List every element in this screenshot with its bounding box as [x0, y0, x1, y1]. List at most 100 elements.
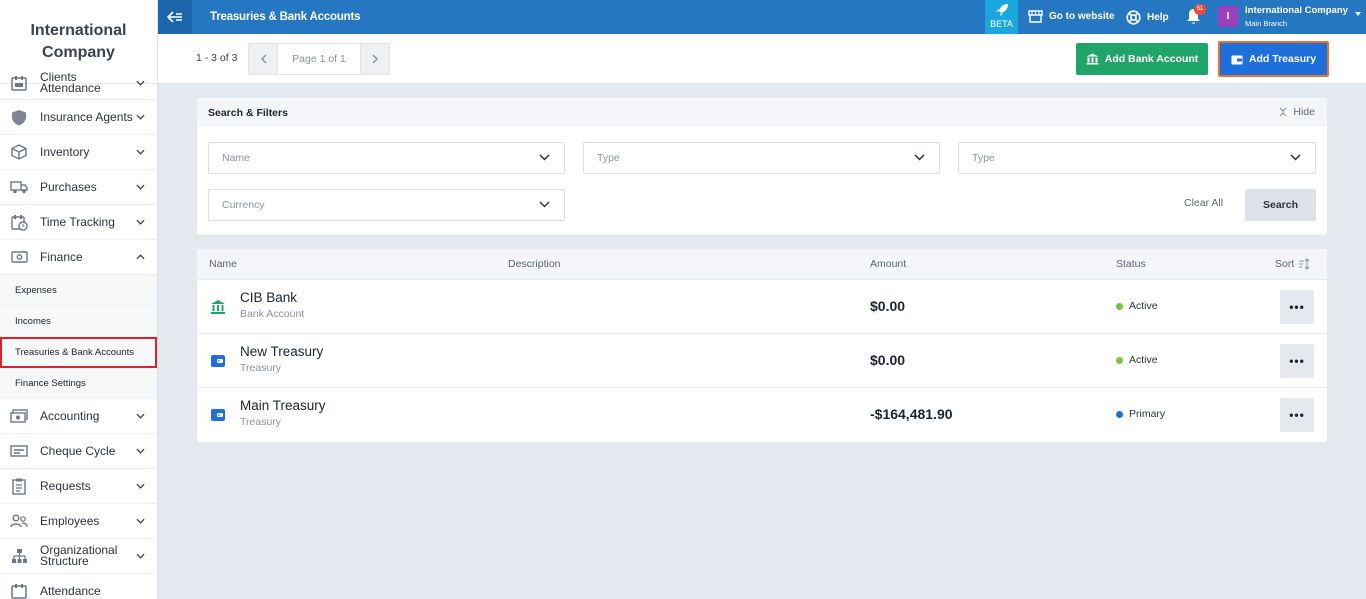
- row-name[interactable]: CIB Bank: [240, 290, 297, 305]
- finance-submenu: Expenses Incomes Treasuries & Bank Accou…: [0, 275, 157, 399]
- table-row[interactable]: CIB Bank Bank Account $0.00 Active •••: [197, 280, 1327, 334]
- column-amount[interactable]: Amount: [870, 258, 906, 270]
- add-treasury-button[interactable]: Add Treasury: [1218, 41, 1329, 77]
- clear-all-button[interactable]: Clear All: [1184, 197, 1223, 209]
- table-row[interactable]: Main Treasury Treasury -$164,481.90 Prim…: [197, 388, 1327, 442]
- page-indicator[interactable]: Page 1 of 1: [277, 44, 361, 74]
- sidebar-subitem-finance-settings[interactable]: Finance Settings: [0, 368, 157, 399]
- sidebar-item-insurance-agents[interactable]: Insurance Agents: [0, 100, 157, 135]
- org-chart-icon: [10, 547, 28, 565]
- collapse-icon: [1279, 107, 1287, 117]
- filters-header: Search & Filters Hide: [197, 98, 1327, 127]
- row-amount: -$164,481.90: [870, 406, 953, 422]
- add-treasury-label: Add Treasury: [1248, 53, 1317, 65]
- go-to-website-link[interactable]: Go to website: [1028, 10, 1115, 23]
- brand-line1: International: [30, 21, 127, 39]
- table-row[interactable]: New Treasury Treasury $0.00 Active •••: [197, 334, 1327, 388]
- sidebar-item-accounting[interactable]: Accounting: [0, 399, 157, 434]
- chevron-down-icon: [539, 154, 550, 161]
- chevron-left-icon: [260, 54, 267, 64]
- chevron-down-icon: [136, 413, 145, 419]
- truck-icon: [10, 178, 28, 196]
- avatar[interactable]: I: [1218, 6, 1238, 27]
- sidebar-item-organizational-structure[interactable]: Organizational Structure: [0, 539, 157, 574]
- rocket-icon: [995, 4, 1008, 16]
- add-bank-account-button[interactable]: Add Bank Account: [1076, 43, 1208, 75]
- row-actions-button[interactable]: •••: [1280, 290, 1314, 324]
- sidebar-subitem-expenses[interactable]: Expenses: [0, 275, 157, 306]
- row-name[interactable]: Main Treasury: [240, 398, 326, 413]
- sidebar-item-employees[interactable]: Employees: [0, 504, 157, 539]
- column-name[interactable]: Name: [209, 258, 237, 270]
- prev-page-button[interactable]: [249, 44, 277, 74]
- row-actions-button[interactable]: •••: [1280, 398, 1314, 432]
- column-description[interactable]: Description: [508, 258, 561, 270]
- currency-filter-select[interactable]: Currency: [208, 189, 565, 221]
- bank-icon: [211, 300, 225, 314]
- notifications-badge: 61: [1194, 4, 1206, 15]
- wallet-icon: [211, 355, 225, 367]
- column-status[interactable]: Status: [1116, 258, 1146, 270]
- store-icon: [1028, 10, 1043, 23]
- wallet-icon: [1231, 55, 1243, 64]
- sidebar: International Company Clients Attendance I…: [0, 0, 158, 599]
- help-link[interactable]: Help: [1126, 10, 1169, 25]
- type-filter-select-2[interactable]: Type: [958, 142, 1316, 174]
- sidebar-item-clients-attendance[interactable]: Clients Attendance: [0, 67, 157, 100]
- arrow-left-icon: [167, 11, 182, 23]
- go-to-website-label: Go to website: [1049, 11, 1115, 22]
- wallet-icon: [211, 409, 225, 421]
- type-filter-select[interactable]: Type: [583, 142, 940, 174]
- status-badge: Active: [1116, 300, 1158, 312]
- user-name[interactable]: International Company: [1245, 5, 1348, 16]
- sidebar-item-label: Attendance: [40, 583, 101, 598]
- hide-label: Hide: [1293, 106, 1315, 118]
- top-bar: Treasuries & Bank Accounts BETA Go to we…: [158, 0, 1366, 34]
- name-filter-select[interactable]: Name: [208, 142, 565, 174]
- results-count: 1 - 3 of 3: [196, 52, 238, 64]
- shield-icon: [10, 108, 28, 126]
- cash-icon: [10, 407, 28, 425]
- chevron-up-icon: [136, 254, 145, 260]
- chevron-down-icon: [136, 553, 145, 559]
- row-actions-button[interactable]: •••: [1280, 344, 1314, 378]
- row-amount: $0.00: [870, 352, 906, 368]
- caret-down-icon[interactable]: [1355, 12, 1361, 16]
- toolbar: 1 - 3 of 3 Page 1 of 1 Add Bank Account …: [158, 34, 1366, 84]
- sidebar-subitem-incomes[interactable]: Incomes: [0, 306, 157, 337]
- sidebar-item-time-tracking[interactable]: Time Tracking: [0, 205, 157, 240]
- sidebar-subitem-treasuries[interactable]: Treasuries & Bank Accounts: [0, 337, 157, 368]
- status-dot: [1116, 302, 1123, 310]
- beta-button[interactable]: BETA: [985, 0, 1018, 34]
- bank-icon: [1086, 53, 1099, 65]
- sidebar-item-purchases[interactable]: Purchases: [0, 170, 157, 205]
- pagination: Page 1 of 1: [248, 43, 390, 75]
- status-badge: Active: [1116, 354, 1158, 366]
- chevron-down-icon: [539, 201, 550, 208]
- status-label: Primary: [1129, 408, 1166, 420]
- chevron-down-icon: [914, 154, 925, 161]
- chevron-down-icon: [1290, 154, 1301, 161]
- row-name[interactable]: New Treasury: [240, 344, 323, 359]
- hide-filters-button[interactable]: Hide: [1279, 106, 1315, 118]
- chevron-down-icon: [136, 184, 145, 190]
- sidebar-item-cheque-cycle[interactable]: Cheque Cycle: [0, 434, 157, 469]
- sort-button[interactable]: Sort: [1275, 258, 1310, 270]
- sidebar-item-finance[interactable]: Finance: [0, 240, 157, 275]
- collapse-sidebar-button[interactable]: [158, 0, 192, 34]
- beta-label: BETA: [990, 19, 1013, 29]
- name-filter-placeholder: Name: [222, 152, 251, 164]
- sidebar-item-inventory[interactable]: Inventory: [0, 135, 157, 170]
- row-type: Treasury: [240, 416, 282, 428]
- search-button[interactable]: Search: [1245, 189, 1316, 221]
- cheque-icon: [10, 442, 28, 460]
- row-type: Bank Account: [240, 308, 305, 320]
- sidebar-item-label: Structure: [40, 554, 89, 568]
- next-page-button[interactable]: [361, 44, 389, 74]
- page-title: Treasuries & Bank Accounts: [210, 11, 361, 23]
- chevron-right-icon: [371, 54, 378, 64]
- sidebar-item-attendance[interactable]: Attendance: [0, 574, 157, 599]
- type-filter-placeholder: Type: [972, 152, 995, 164]
- status-label: Active: [1129, 300, 1158, 312]
- sidebar-item-requests[interactable]: Requests: [0, 469, 157, 504]
